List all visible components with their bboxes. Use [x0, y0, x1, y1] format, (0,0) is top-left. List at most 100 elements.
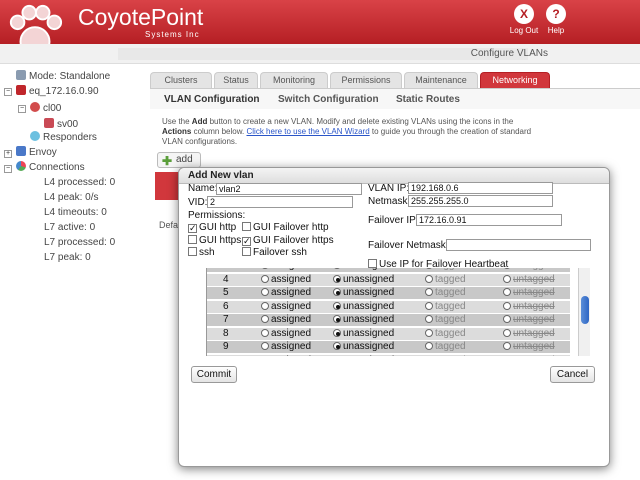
- radio-button[interactable]: [333, 328, 341, 337]
- checkbox[interactable]: [242, 222, 251, 231]
- radio-button[interactable]: [261, 315, 269, 323]
- option-unassigned[interactable]: unassigned: [333, 268, 394, 272]
- radio-button[interactable]: [261, 274, 269, 283]
- tree-item-responders[interactable]: Responders: [30, 131, 97, 145]
- tab-networking[interactable]: Networking: [480, 72, 550, 88]
- tree-item-equalizer[interactable]: eq_172.16.0.90: [16, 85, 99, 99]
- radio-button[interactable]: [333, 301, 341, 310]
- subtab-vlan-configuration[interactable]: VLAN Configuration: [164, 94, 260, 105]
- tab-maintenance[interactable]: Maintenance: [404, 72, 478, 88]
- option-untagged[interactable]: untagged: [503, 341, 555, 353]
- radio-button[interactable]: [503, 342, 511, 350]
- table-scrollbar[interactable]: [578, 268, 590, 356]
- use-ip-heartbeat-checkbox[interactable]: [368, 259, 377, 268]
- radio-button[interactable]: [333, 342, 341, 350]
- tree-collapse-toggle[interactable]: −: [18, 105, 26, 113]
- option-assigned[interactable]: assigned: [261, 301, 311, 313]
- radio-button[interactable]: [503, 315, 511, 323]
- scrollbar-thumb[interactable]: [581, 296, 589, 324]
- netmask-input[interactable]: [408, 195, 553, 207]
- option-untagged[interactable]: untagged: [503, 301, 555, 313]
- option-unassigned[interactable]: unassigned: [333, 355, 394, 356]
- perm-gui-failover-https[interactable]: ✓ GUI Failover https: [242, 235, 334, 246]
- perm-ssh[interactable]: ssh: [188, 247, 215, 258]
- commit-button[interactable]: Commit: [191, 366, 237, 383]
- tree-item-mode[interactable]: Mode: Standalone: [16, 70, 110, 84]
- tab-permissions[interactable]: Permissions: [330, 72, 402, 88]
- option-tagged[interactable]: tagged: [425, 328, 466, 340]
- radio-button[interactable]: [261, 268, 269, 269]
- radio-button[interactable]: [261, 288, 269, 296]
- option-untagged[interactable]: untagged: [503, 287, 555, 299]
- perm-gui-https[interactable]: GUI https: [188, 235, 241, 246]
- option-unassigned[interactable]: unassigned: [333, 287, 394, 299]
- radio-button[interactable]: [425, 268, 433, 269]
- option-untagged[interactable]: untagged: [503, 328, 555, 340]
- option-assigned[interactable]: assigned: [261, 355, 311, 356]
- subtab-switch-configuration[interactable]: Switch Configuration: [278, 94, 379, 105]
- checkbox[interactable]: ✓: [188, 224, 197, 233]
- tree-collapse-toggle[interactable]: −: [4, 165, 12, 173]
- name-input[interactable]: [216, 183, 362, 195]
- option-assigned[interactable]: assigned: [261, 274, 311, 286]
- option-unassigned[interactable]: unassigned: [333, 301, 394, 313]
- option-assigned[interactable]: assigned: [261, 314, 311, 326]
- option-tagged[interactable]: tagged: [425, 301, 466, 313]
- option-untagged[interactable]: untagged: [503, 355, 555, 356]
- option-unassigned[interactable]: unassigned: [333, 341, 394, 353]
- radio-button[interactable]: [425, 315, 433, 323]
- radio-button[interactable]: [425, 288, 433, 296]
- option-tagged[interactable]: tagged: [425, 274, 466, 286]
- option-untagged[interactable]: untagged: [503, 268, 555, 272]
- checkbox[interactable]: ✓: [242, 237, 251, 246]
- tab-clusters[interactable]: Clusters: [150, 72, 212, 88]
- option-tagged[interactable]: tagged: [425, 355, 466, 356]
- radio-button[interactable]: [333, 315, 341, 323]
- checkbox[interactable]: [188, 247, 197, 256]
- checkbox[interactable]: [242, 247, 251, 256]
- vlan-wizard-link[interactable]: Click here to use the VLAN Wizard: [246, 127, 369, 136]
- radio-button[interactable]: [261, 342, 269, 350]
- tree-item-envoy[interactable]: Envoy: [16, 146, 57, 160]
- option-untagged[interactable]: untagged: [503, 314, 555, 326]
- option-unassigned[interactable]: unassigned: [333, 314, 394, 326]
- tree-item-connections[interactable]: Connections: [16, 161, 85, 175]
- perm-gui-failover-http[interactable]: GUI Failover http: [242, 222, 329, 233]
- perm-failover-ssh[interactable]: Failover ssh: [242, 247, 307, 258]
- radio-button[interactable]: [425, 342, 433, 350]
- radio-button[interactable]: [333, 288, 341, 296]
- tab-monitoring[interactable]: Monitoring: [260, 72, 328, 88]
- radio-button[interactable]: [503, 301, 511, 310]
- option-assigned[interactable]: assigned: [261, 268, 311, 272]
- radio-button[interactable]: [503, 355, 511, 356]
- radio-button[interactable]: [261, 355, 269, 356]
- radio-button[interactable]: [503, 288, 511, 296]
- option-tagged[interactable]: tagged: [425, 314, 466, 326]
- option-tagged[interactable]: tagged: [425, 268, 466, 272]
- tree-item-server[interactable]: sv00: [44, 118, 78, 132]
- radio-button[interactable]: [261, 328, 269, 337]
- radio-button[interactable]: [425, 355, 433, 356]
- radio-button[interactable]: [503, 268, 511, 269]
- option-tagged[interactable]: tagged: [425, 341, 466, 353]
- checkbox[interactable]: [188, 235, 197, 244]
- option-assigned[interactable]: assigned: [261, 341, 311, 353]
- radio-button[interactable]: [333, 274, 341, 283]
- logout-button[interactable]: X Log Out: [508, 4, 540, 35]
- vid-input[interactable]: [207, 196, 353, 208]
- tab-status[interactable]: Status: [214, 72, 258, 88]
- radio-button[interactable]: [425, 301, 433, 310]
- tree-expand-toggle[interactable]: +: [4, 150, 12, 158]
- cancel-button[interactable]: Cancel: [550, 366, 595, 383]
- option-assigned[interactable]: assigned: [261, 328, 311, 340]
- option-tagged[interactable]: tagged: [425, 287, 466, 299]
- subtab-static-routes[interactable]: Static Routes: [396, 94, 460, 105]
- option-untagged[interactable]: untagged: [503, 274, 555, 286]
- radio-button[interactable]: [261, 301, 269, 310]
- vlan-ip-input[interactable]: [408, 182, 553, 194]
- tree-collapse-toggle[interactable]: −: [4, 88, 12, 96]
- failover-netmask-input[interactable]: [446, 239, 591, 251]
- option-assigned[interactable]: assigned: [261, 287, 311, 299]
- option-unassigned[interactable]: unassigned: [333, 274, 394, 286]
- help-button[interactable]: ? Help: [540, 4, 572, 35]
